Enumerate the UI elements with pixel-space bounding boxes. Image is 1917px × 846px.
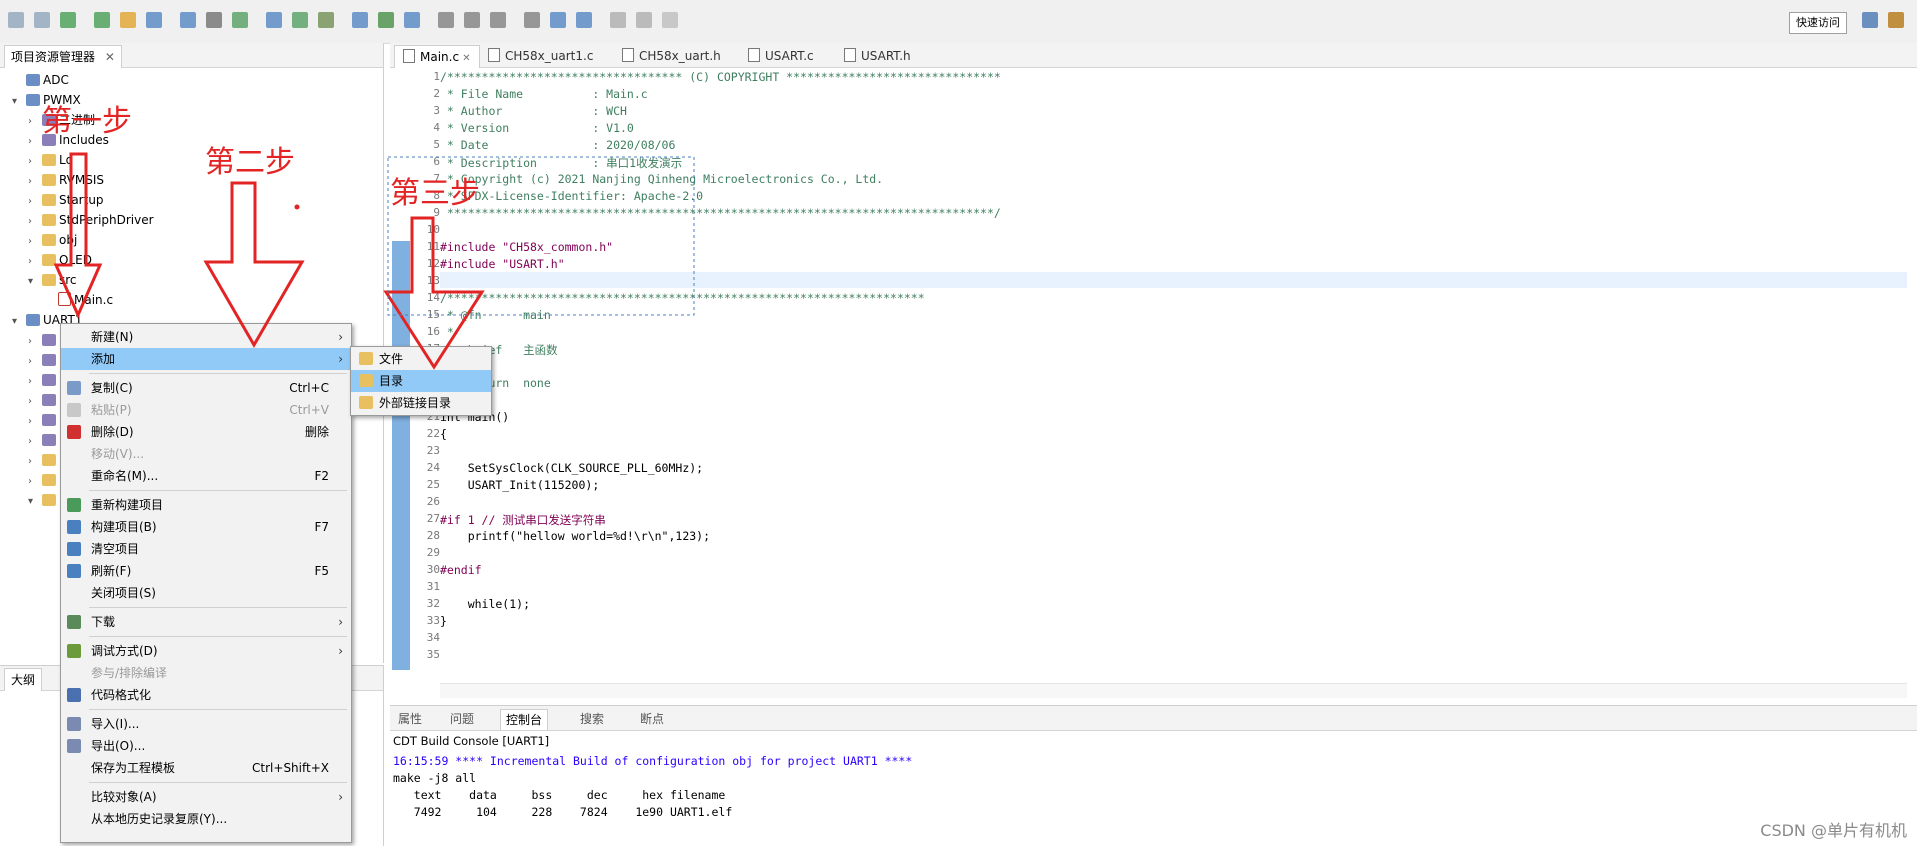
step1-arrow xyxy=(53,152,103,319)
step3-label: 第三步 xyxy=(390,176,480,211)
step2-arrow xyxy=(203,181,305,348)
step1-label: 第一步 xyxy=(42,104,132,139)
red-dot xyxy=(294,204,300,210)
step3-arrow xyxy=(383,216,485,370)
watermark: CSDN @单片有机机 xyxy=(1760,821,1907,840)
annotation-overlay xyxy=(53,152,695,370)
step2-label: 第二步 xyxy=(205,145,295,180)
